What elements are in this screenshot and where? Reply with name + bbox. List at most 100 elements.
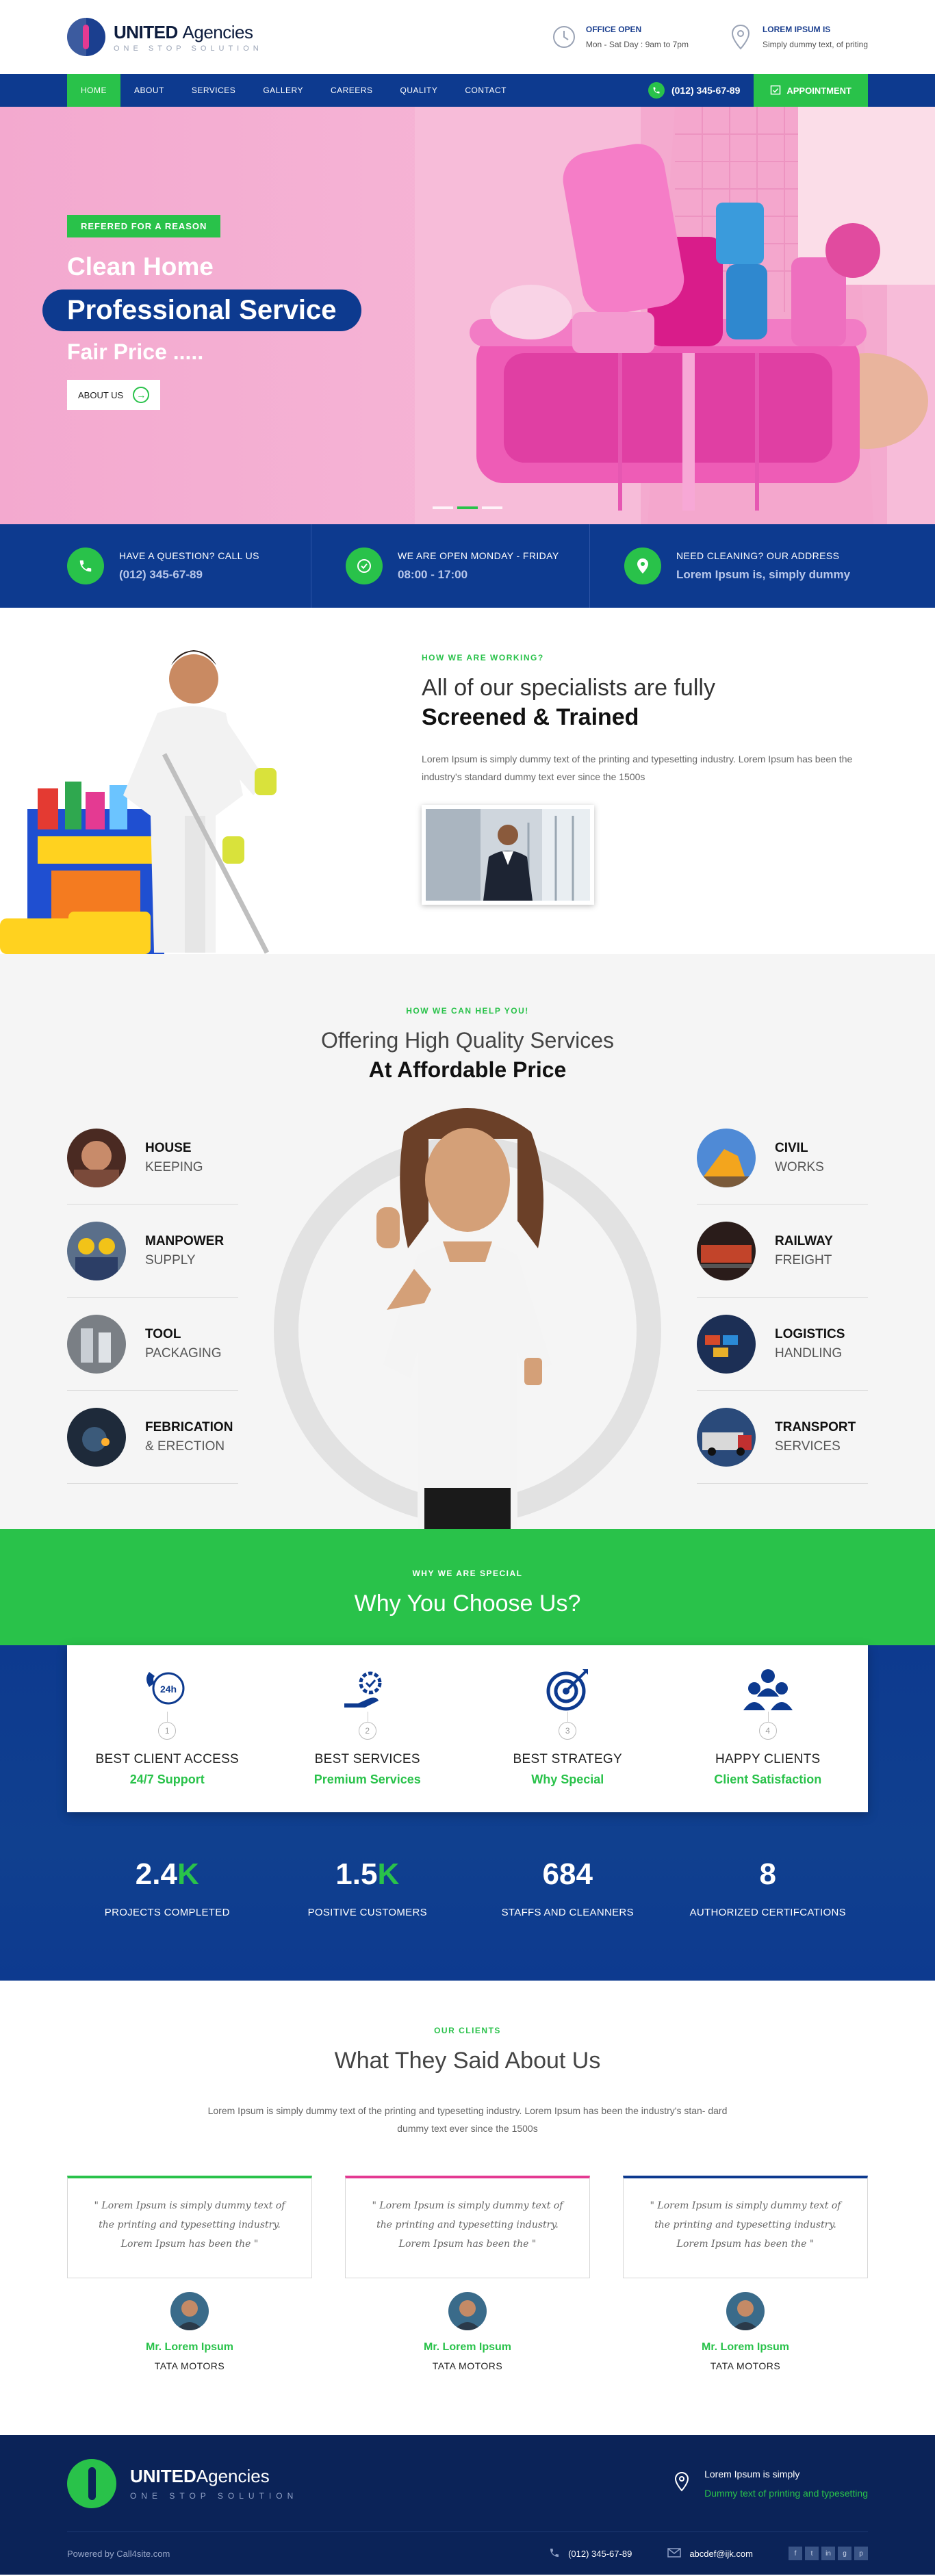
main-nav: HOME ABOUT SERVICES GALLERY CAREERS QUAL…	[0, 74, 935, 107]
feature-best-services: 2 BEST SERVICES Premium Services	[268, 1645, 468, 1812]
site-header: UNITED Agencies ONE STOP SOLUTION OFFICE…	[0, 0, 935, 74]
testimonial-quote: " Lorem Ipsum is simply dummy text of th…	[623, 2176, 868, 2278]
service-subtitle: PACKAGING	[145, 1345, 222, 1361]
footer-email-address: abcdef@ijk.com	[689, 2548, 753, 2559]
location-pin-icon	[727, 23, 754, 51]
nav-about[interactable]: ABOUT	[120, 74, 178, 107]
working-heading-bold: Screened & Trained	[422, 704, 639, 730]
stat-projects: 2.4K PROJECTS COMPLETED	[67, 1857, 268, 1918]
testimonials-text: Lorem Ipsum is simply dummy text of the …	[207, 2105, 728, 2134]
avatar	[448, 2292, 487, 2330]
contact-strip: HAVE A QUESTION? CALL US (012) 345-67-89…	[0, 524, 935, 608]
feature-title: BEST SERVICES	[314, 1752, 420, 1766]
feature-subtitle: Why Special	[531, 1773, 604, 1786]
feature-title: HAPPY CLIENTS	[715, 1752, 821, 1766]
powered-by-link[interactable]: Powered by Call4site.com	[67, 2549, 170, 2559]
testimonial-name: Mr. Lorem Ipsum	[145, 2341, 234, 2353]
nav-phone-number: (012) 345-67-89	[671, 85, 741, 96]
about-us-label: ABOUT US	[78, 389, 124, 400]
location-pin-icon	[674, 2471, 689, 2495]
nav-services[interactable]: SERVICES	[178, 74, 249, 107]
service-railway-freight[interactable]: RAILWAY FREIGHT	[697, 1205, 868, 1298]
nav-home[interactable]: HOME	[67, 74, 120, 107]
hero-banner: REFERED FOR A REASON Clean Home Professi…	[0, 107, 935, 524]
feature-title: BEST CLIENT ACCESS	[95, 1752, 240, 1766]
location-pin-icon	[624, 548, 661, 584]
appointment-label: APPOINTMENT	[786, 85, 851, 96]
working-section: HOW WE ARE WORKING? All of our specialis…	[0, 608, 935, 954]
feature-number: 2	[358, 1712, 376, 1740]
strip-address-label: NEED CLEANING? OUR ADDRESS	[676, 550, 840, 561]
service-subtitle: HANDLING	[775, 1345, 843, 1361]
feature-subtitle: 24/7 Support	[129, 1773, 205, 1786]
twitter-icon[interactable]: t	[805, 2547, 819, 2560]
service-title: RAILWAY	[775, 1233, 833, 1248]
feature-happy-clients: 4 HAPPY CLIENTS Client Satisfaction	[668, 1645, 869, 1812]
nav-gallery[interactable]: GALLERY	[249, 74, 317, 107]
slider-dot-active[interactable]	[457, 506, 478, 509]
service-house-keeping[interactable]: HOUSE KEEPING	[67, 1111, 238, 1205]
linkedin-icon[interactable]: in	[821, 2547, 835, 2560]
working-text: Lorem Ipsum is simply dummy text of the …	[422, 754, 853, 782]
phone-icon	[549, 2547, 560, 2560]
testimonial-company: TATA MOTORS	[432, 2360, 503, 2371]
service-title: TRANSPORT	[775, 1419, 856, 1434]
service-subtitle: WORKS	[775, 1159, 824, 1174]
about-us-button[interactable]: ABOUT US →	[67, 380, 161, 410]
slider-dot[interactable]	[482, 506, 502, 509]
logo-icon	[67, 2458, 116, 2508]
features-card: 24h 1 BEST CLIENT ACCESS 24/7 Support 2 …	[67, 1645, 868, 1812]
brand-name-light: Agencies	[182, 21, 253, 42]
phone-24h-icon: 24h	[67, 1659, 268, 1719]
stat-value: 8	[759, 1857, 776, 1891]
testimonial-card: " Lorem Ipsum is simply dummy text of th…	[67, 2176, 312, 2371]
strip-call-label: HAVE A QUESTION? CALL US	[119, 550, 259, 561]
service-transport[interactable]: TRANSPORT SERVICES	[697, 1391, 868, 1484]
hero-badge: REFERED FOR A REASON	[67, 215, 221, 237]
footer-email[interactable]: abcdef@ijk.com	[667, 2547, 753, 2560]
avatar	[170, 2292, 209, 2330]
working-eyebrow: HOW WE ARE WORKING?	[422, 653, 544, 662]
slider-dots	[433, 506, 502, 509]
target-icon	[467, 1659, 668, 1719]
strip-address-value: Lorem Ipsum is, simply dummy	[676, 568, 851, 581]
brand-logo[interactable]: UNITED Agencies ONE STOP SOLUTION	[67, 18, 263, 56]
location-title: LOREM IPSUM IS	[762, 25, 831, 34]
feature-title: BEST STRATEGY	[513, 1752, 622, 1766]
pinterest-icon[interactable]: p	[854, 2547, 868, 2560]
footer-address: Lorem Ipsum is simply Dummy text of prin…	[674, 2469, 868, 2499]
footer-logo[interactable]: UNITEDAgencies ONE STOP SOLUTION	[67, 2458, 298, 2508]
nav-contact[interactable]: CONTACT	[451, 74, 520, 107]
nav-phone[interactable]: (012) 345-67-89	[635, 82, 754, 99]
nav-quality[interactable]: QUALITY	[386, 74, 451, 107]
transport-image	[697, 1407, 756, 1467]
service-civil-works[interactable]: CIVIL WORKS	[697, 1111, 868, 1205]
testimonial-name: Mr. Lorem Ipsum	[701, 2341, 790, 2353]
services-left-column: HOUSE KEEPING MANPOWER SUPPLY TOOL PACKAGIN…	[67, 1111, 238, 1484]
manpower-supply-image	[67, 1221, 126, 1280]
stat-value: 1.5	[335, 1857, 378, 1891]
testimonial-name: Mr. Lorem Ipsum	[423, 2341, 512, 2353]
strip-hours-value: 08:00 - 17:00	[398, 568, 468, 581]
stat-staff: 684 STAFFS AND CLEANNERS	[467, 1857, 668, 1918]
specialist-photo[interactable]	[422, 805, 594, 905]
slider-dot[interactable]	[433, 506, 453, 509]
house-keeping-image	[67, 1128, 126, 1187]
stat-certifications: 8 AUTHORIZED CERTIFCATIONS	[668, 1857, 869, 1918]
facebook-icon[interactable]: f	[789, 2547, 802, 2560]
testimonials-section: OUR CLIENTS What They Said About Us Lore…	[0, 1981, 935, 2435]
google-plus-icon[interactable]: g	[838, 2547, 851, 2560]
appointment-button[interactable]: APPOINTMENT	[754, 74, 868, 107]
service-manpower-supply[interactable]: MANPOWER SUPPLY	[67, 1205, 238, 1298]
footer-phone[interactable]: (012) 345-67-89	[549, 2547, 632, 2560]
service-subtitle: & ERECTION	[145, 1439, 225, 1454]
service-logistics-handling[interactable]: LOGISTICS HANDLING	[697, 1298, 868, 1391]
arrow-right-icon: →	[133, 387, 150, 403]
nav-careers[interactable]: CAREERS	[317, 74, 387, 107]
footer-address-line-1: Lorem Ipsum is simply	[704, 2468, 800, 2480]
service-tool-packaging[interactable]: TOOL PACKAGING	[67, 1298, 238, 1391]
services-right-column: CIVIL WORKS RAILWAY FREIGHT LOGISTICS HANDL…	[697, 1111, 868, 1484]
febrication-image	[67, 1407, 126, 1467]
location-text: Simply dummy text, of priting	[762, 40, 868, 49]
service-febrication[interactable]: FEBRICATION & ERECTION	[67, 1391, 238, 1484]
